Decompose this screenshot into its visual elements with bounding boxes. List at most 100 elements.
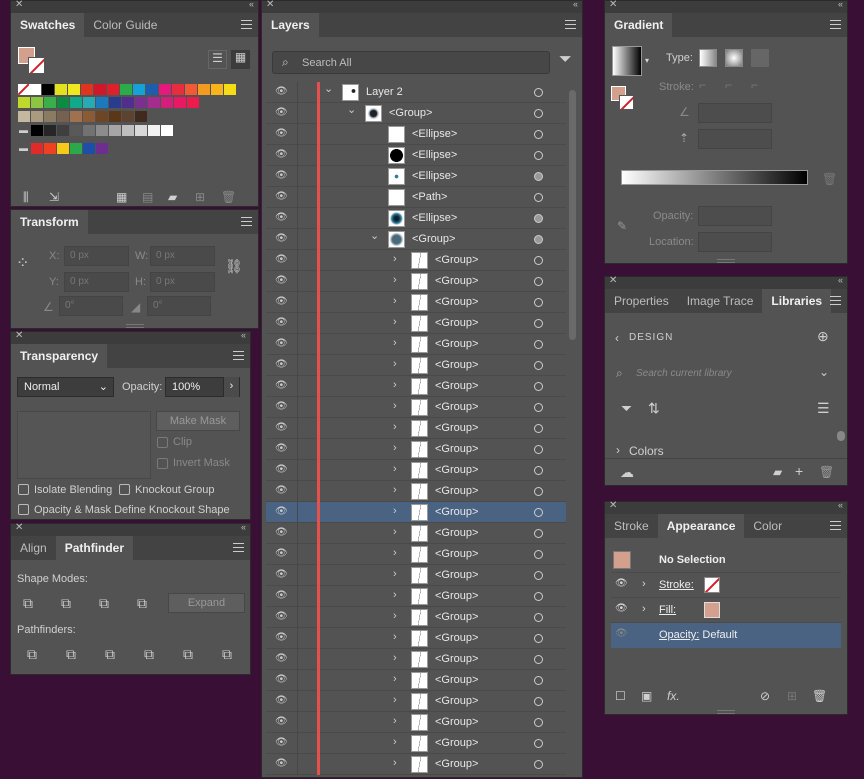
chevron-right-icon[interactable]: ›	[393, 568, 397, 580]
panel-topbar[interactable]: ✕ «	[605, 275, 847, 289]
scrollbar[interactable]	[568, 82, 577, 779]
list-view-icon[interactable]: ☰	[208, 50, 227, 69]
isolate-blending-checkbox[interactable]	[18, 484, 29, 495]
eye-icon[interactable]: 👁	[275, 653, 288, 664]
fx-icon[interactable]: fx.	[667, 689, 680, 703]
target-icon[interactable]	[534, 235, 543, 244]
layer-row[interactable]: 👁 <Ellipse>	[266, 124, 566, 145]
collapse-icon[interactable]: «	[241, 522, 246, 532]
blend-mode-select[interactable]: Normal ⌄	[17, 377, 114, 397]
color-swatch[interactable]	[57, 143, 70, 154]
tab-color[interactable]: Color	[744, 514, 791, 538]
target-icon[interactable]	[534, 361, 543, 370]
layer-row[interactable]: 👁 › <Group>	[266, 271, 566, 292]
radial-gradient-icon[interactable]	[725, 49, 743, 67]
color-swatch[interactable]	[70, 125, 83, 136]
tab-image-trace[interactable]: Image Trace	[678, 289, 763, 313]
eye-icon[interactable]: 👁	[275, 86, 288, 97]
eye-icon[interactable]: 👁	[275, 590, 288, 601]
layer-name[interactable]: <Group>	[435, 485, 478, 497]
eye-icon[interactable]: 👁	[275, 254, 288, 265]
layer-name[interactable]: <Group>	[435, 548, 478, 560]
y-field[interactable]: 0 px	[64, 272, 129, 292]
layer-row[interactable]: 👁 › <Group>	[266, 376, 566, 397]
lock-column[interactable]	[297, 754, 298, 775]
color-swatch[interactable]	[18, 97, 31, 108]
layer-name[interactable]: <Group>	[435, 716, 478, 728]
chevron-right-icon[interactable]: ›	[393, 442, 397, 454]
color-swatch[interactable]	[70, 143, 83, 154]
opacity-row[interactable]: 👁 Opacity: Default	[611, 623, 841, 648]
eye-icon[interactable]: 👁	[275, 128, 288, 139]
filter-icon[interactable]: ⏷	[621, 401, 632, 415]
intersect-icon[interactable]: ⧉	[99, 596, 109, 610]
tab-transparency[interactable]: Transparency	[11, 344, 108, 368]
unite-icon[interactable]: ⧉	[23, 596, 33, 610]
exclude-icon[interactable]: ⧉	[137, 596, 147, 610]
reference-point-icon[interactable]: ⁘	[16, 256, 29, 272]
layer-row[interactable]: 👁 › <Group>	[266, 418, 566, 439]
target-icon[interactable]	[534, 697, 543, 706]
layer-row[interactable]: 👁 › <Group>	[266, 586, 566, 607]
eye-icon[interactable]: 👁	[275, 422, 288, 433]
panel-topbar[interactable]: ✕ «	[605, 500, 847, 514]
layer-row[interactable]: 👁 › <Group>	[266, 502, 566, 523]
color-swatch[interactable]	[161, 97, 174, 108]
close-icon[interactable]: ✕	[609, 0, 617, 10]
color-swatch[interactable]	[70, 111, 83, 122]
chevron-right-icon[interactable]: ›	[393, 358, 397, 370]
layer-row[interactable]: 👁 › <Group>	[266, 481, 566, 502]
chevron-right-icon[interactable]: ›	[393, 295, 397, 307]
resize-grip[interactable]	[125, 324, 144, 328]
color-swatch[interactable]	[44, 125, 57, 136]
lock-column[interactable]	[297, 208, 298, 229]
color-swatch[interactable]	[70, 97, 83, 108]
panel-topbar[interactable]: ✕ «	[605, 0, 847, 13]
target-icon[interactable]	[534, 550, 543, 559]
color-swatch[interactable]	[122, 97, 135, 108]
tab-transform[interactable]: Transform	[11, 210, 88, 234]
color-swatch[interactable]	[57, 111, 70, 122]
target-icon[interactable]	[534, 151, 543, 160]
stroke-row[interactable]: 👁 › Stroke:	[611, 573, 841, 598]
layer-row[interactable]: 👁 ⌄ <Group>	[266, 103, 566, 124]
collapse-icon[interactable]: «	[838, 0, 843, 9]
layer-row[interactable]: 👁 › <Group>	[266, 439, 566, 460]
color-swatch[interactable]	[42, 84, 55, 95]
color-swatch[interactable]	[159, 84, 172, 95]
color-swatch[interactable]	[81, 84, 94, 95]
layer-row[interactable]: 👁 › <Group>	[266, 250, 566, 271]
layer-name[interactable]: <Group>	[389, 107, 432, 119]
target-icon[interactable]	[534, 256, 543, 265]
lock-column[interactable]	[297, 397, 298, 418]
lock-column[interactable]	[297, 145, 298, 166]
layer-name[interactable]: <Group>	[435, 527, 478, 539]
layer-name[interactable]: <Group>	[435, 758, 478, 770]
minus-back-icon[interactable]: ⧉	[222, 647, 232, 661]
lock-column[interactable]	[297, 628, 298, 649]
opacity-mask-knockout-checkbox[interactable]	[18, 504, 29, 515]
layer-name[interactable]: <Group>	[435, 611, 478, 623]
chevron-down-icon[interactable]: ⌄	[347, 103, 356, 116]
layer-name[interactable]: <Ellipse>	[412, 212, 457, 224]
delete-swatch-icon[interactable]: 🗑	[221, 190, 236, 204]
clear-appearance-icon[interactable]: ⊘	[760, 689, 770, 703]
target-icon[interactable]	[534, 466, 543, 475]
color-swatch[interactable]	[109, 125, 122, 136]
grid-view-icon[interactable]: ▦	[231, 50, 250, 69]
target-icon[interactable]	[534, 340, 543, 349]
chevron-down-icon[interactable]: ▾	[645, 56, 649, 65]
tab-stroke[interactable]: Stroke	[605, 514, 658, 538]
panel-menu-icon[interactable]	[565, 20, 576, 29]
eye-icon[interactable]: 👁	[275, 107, 288, 118]
target-icon[interactable]	[534, 739, 543, 748]
opacity-label[interactable]: Opacity:	[659, 629, 699, 641]
panel-menu-icon[interactable]	[830, 296, 841, 305]
merge-icon[interactable]: ⧉	[105, 647, 115, 661]
lock-column[interactable]	[297, 460, 298, 481]
color-swatch[interactable]	[133, 84, 146, 95]
color-swatch[interactable]	[211, 84, 224, 95]
panel-topbar[interactable]: ✕ «	[262, 0, 582, 13]
layer-name[interactable]: Layer 2	[366, 86, 403, 98]
eye-icon[interactable]: 👁	[275, 464, 288, 475]
